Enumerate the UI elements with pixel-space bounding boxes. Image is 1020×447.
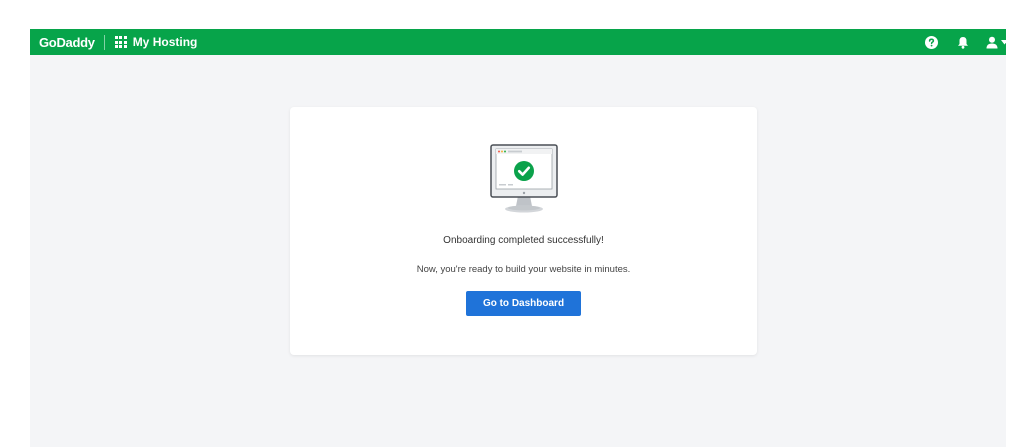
go-to-dashboard-button[interactable]: Go to Dashboard — [466, 291, 581, 316]
top-navigation-bar: GoDaddy My Hosting — [30, 29, 1006, 55]
app-title-link[interactable]: My Hosting — [133, 35, 198, 49]
bell-icon[interactable] — [955, 35, 970, 50]
header-actions — [924, 29, 1006, 55]
help-icon[interactable] — [924, 35, 939, 50]
success-message: Onboarding completed successfully! — [443, 235, 604, 246]
user-menu[interactable] — [986, 36, 1006, 49]
apps-grid-icon[interactable] — [114, 36, 127, 48]
godaddy-logo[interactable]: GoDaddy — [39, 35, 95, 50]
onboarding-success-card: Onboarding completed successfully! Now, … — [290, 107, 757, 355]
header-divider — [103, 34, 105, 50]
user-icon — [986, 36, 998, 49]
app-window: GoDaddy My Hosting Onboarding completed … — [30, 29, 1006, 447]
monitor-checkmark-icon — [490, 144, 558, 216]
ready-message: Now, you're ready to build your website … — [416, 264, 631, 275]
chevron-down-icon — [1001, 39, 1006, 45]
